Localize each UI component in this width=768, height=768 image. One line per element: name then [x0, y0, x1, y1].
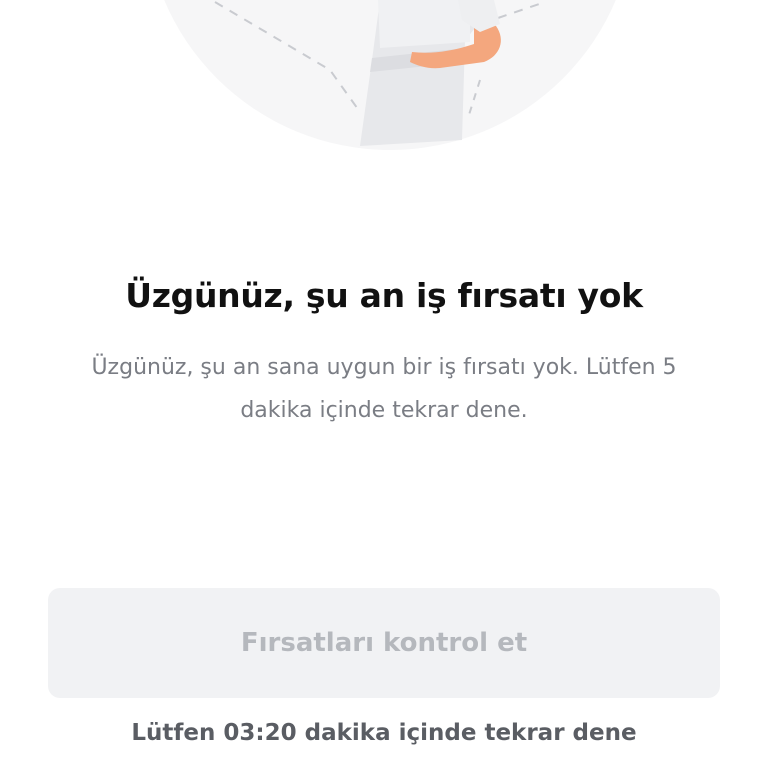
check-opportunities-button[interactable]: Fırsatları kontrol et	[48, 588, 720, 698]
person-shirt-top	[378, 0, 470, 48]
info-message: Üzgünüz, şu an sana uygun bir iş fırsatı…	[91, 355, 677, 423]
person-illustration	[164, 0, 616, 150]
page-title: Üzgünüz, şu an iş fırsatı yok	[125, 276, 643, 315]
retry-countdown-text: Lütfen 03:20 dakika içinde tekrar dene	[131, 720, 637, 746]
no-opportunity-screen: Üzgünüz, şu an iş fırsatı yok Üzgünüz, ş…	[0, 0, 768, 768]
